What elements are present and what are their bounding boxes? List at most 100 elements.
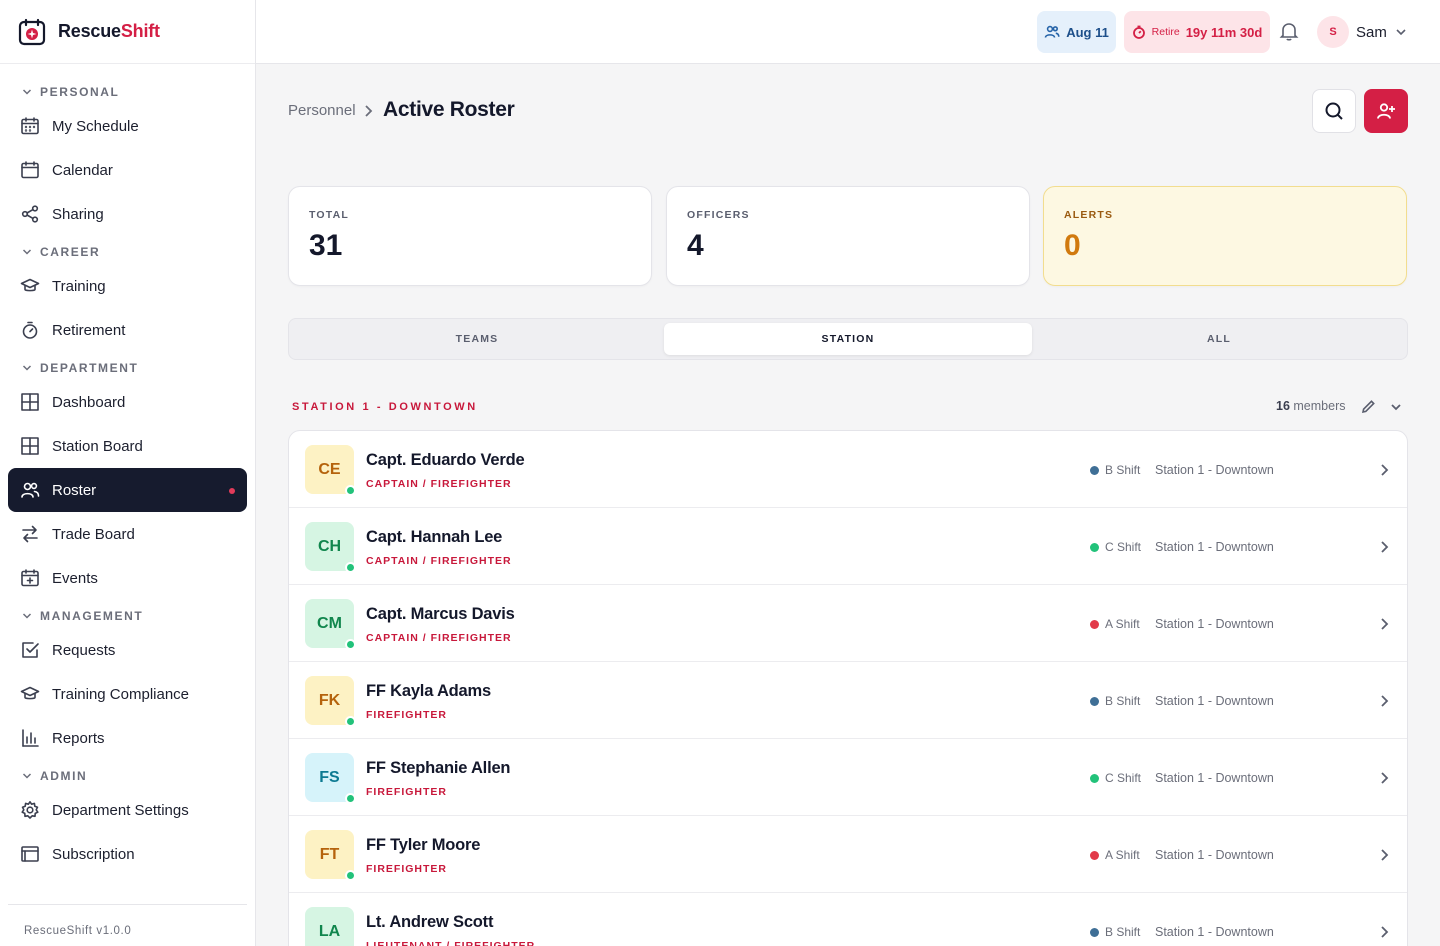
table-row[interactable]: FS FF Stephanie Allen FIREFIGHTER C Shif… — [289, 739, 1407, 816]
online-indicator — [345, 870, 356, 881]
chevron-right-icon[interactable] — [1379, 925, 1389, 939]
chevron-right-icon[interactable] — [1379, 540, 1389, 554]
sidebar-item-label: Events — [52, 569, 98, 587]
add-member-button[interactable] — [1364, 89, 1408, 133]
sidebar-item-roster[interactable]: Roster — [8, 468, 247, 512]
member-station: Station 1 - Downtown — [1155, 540, 1274, 554]
member-name: Lt. Andrew Scott — [366, 913, 494, 931]
section-career[interactable]: CAREER — [0, 240, 255, 264]
member-role: FIREFIGHTER — [366, 786, 447, 798]
online-indicator — [345, 562, 356, 573]
sidebar-item-calendar[interactable]: Calendar — [8, 148, 247, 192]
chevron-right-icon[interactable] — [1379, 463, 1389, 477]
swap-icon — [22, 525, 38, 543]
sidebar-item-requests[interactable]: Requests — [8, 628, 247, 672]
member-name: Capt. Marcus Davis — [366, 605, 515, 623]
sidebar-item-reports[interactable]: Reports — [8, 716, 247, 760]
sidebar-item-label: Training Compliance — [52, 685, 190, 703]
sidebar-item-station-board[interactable]: Station Board — [8, 424, 247, 468]
notification-dot — [229, 488, 235, 494]
brand-name: RescueShift — [58, 21, 160, 41]
sidebar-nav: PERSONAL My Schedule Calendar Sharing CA… — [0, 64, 255, 876]
sidebar-item-my-schedule[interactable]: My Schedule — [8, 104, 247, 148]
retire-countdown-pill[interactable]: Retire 19y 11m 30d — [1124, 11, 1270, 53]
table-row[interactable]: CM Capt. Marcus Davis CAPTAIN / FIREFIGH… — [289, 585, 1407, 662]
sidebar-item-training-compliance[interactable]: Training Compliance — [8, 672, 247, 716]
sidebar-item-training[interactable]: Training — [8, 264, 247, 308]
chevron-right-icon[interactable] — [1379, 771, 1389, 785]
calendar-plus-icon — [21, 569, 39, 587]
search-icon — [1325, 102, 1343, 120]
chevron-down-icon[interactable] — [1395, 27, 1407, 37]
tab-station[interactable]: STATION — [664, 323, 1032, 355]
stat-value: 4 — [687, 229, 704, 262]
section-management[interactable]: MANAGEMENT — [0, 604, 255, 628]
dashboard-icon — [21, 393, 39, 411]
section-admin[interactable]: ADMIN — [0, 764, 255, 788]
sidebar-item-trade-board[interactable]: Trade Board — [8, 512, 247, 556]
chevron-down-icon — [22, 613, 32, 619]
shift-dot — [1090, 542, 1099, 552]
table-row[interactable]: CE Capt. Eduardo Verde CAPTAIN / FIREFIG… — [289, 431, 1407, 508]
bell-icon[interactable] — [1278, 20, 1300, 42]
sidebar-item-label: Station Board — [52, 437, 143, 455]
member-role: FIREFIGHTER — [366, 863, 447, 875]
stat-card-total: TOTAL 31 — [288, 186, 652, 286]
member-name: Capt. Hannah Lee — [366, 528, 503, 546]
chevron-right-icon[interactable] — [1379, 617, 1389, 631]
brand[interactable]: RescueShift — [0, 0, 255, 64]
stat-card-alerts: ALERTS 0 — [1043, 186, 1407, 286]
member-shift: B Shift — [1090, 463, 1140, 477]
member-name: FF Kayla Adams — [366, 682, 491, 700]
stat-value: 0 — [1064, 229, 1081, 262]
member-station: Station 1 - Downtown — [1155, 694, 1274, 708]
user-name[interactable]: Sam — [1356, 24, 1387, 41]
section-department[interactable]: DEPARTMENT — [0, 356, 255, 380]
sidebar-item-dashboard[interactable]: Dashboard — [8, 380, 247, 424]
calendar-logo-icon — [18, 18, 46, 45]
stat-label: ALERTS — [1064, 209, 1114, 221]
table-row[interactable]: CH Capt. Hannah Lee CAPTAIN / FIREFIGHTE… — [289, 508, 1407, 585]
chevron-right-icon[interactable] — [1379, 848, 1389, 862]
tab-all[interactable]: ALL — [1035, 323, 1403, 355]
sidebar-item-label: Training — [52, 277, 106, 295]
member-station: Station 1 - Downtown — [1155, 848, 1274, 862]
chevron-down-icon[interactable] — [1390, 402, 1402, 412]
checkbox-icon — [22, 642, 39, 658]
share-icon — [21, 205, 39, 223]
user-plus-icon — [1377, 103, 1395, 119]
sidebar-item-label: Reports — [52, 729, 105, 747]
table-row[interactable]: LA Lt. Andrew Scott LIEUTENANT / FIREFIG… — [289, 893, 1407, 946]
sidebar-item-label: Subscription — [52, 845, 135, 863]
page-title: Active Roster — [383, 98, 515, 121]
sidebar-item-events[interactable]: Events — [8, 556, 247, 600]
online-indicator — [345, 639, 356, 650]
sidebar-item-retirement[interactable]: Retirement — [8, 308, 247, 352]
breadcrumb-parent[interactable]: Personnel — [288, 102, 356, 119]
calendar-grid-icon — [21, 117, 39, 135]
member-role: LIEUTENANT / FIREFIGHTER — [366, 940, 536, 946]
stat-label: OFFICERS — [687, 209, 750, 221]
sidebar-item-department-settings[interactable]: Department Settings — [8, 788, 247, 832]
tab-teams[interactable]: TEAMS — [293, 323, 661, 355]
member-shift: B Shift — [1090, 925, 1140, 939]
avatar[interactable]: S — [1317, 16, 1349, 48]
chevron-right-icon[interactable] — [1379, 694, 1389, 708]
sidebar-item-label: My Schedule — [52, 117, 139, 135]
pencil-icon[interactable] — [1361, 399, 1376, 414]
board-icon — [21, 437, 39, 455]
table-row[interactable]: FT FF Tyler Moore FIREFIGHTER A Shift St… — [289, 816, 1407, 893]
shift-dot — [1090, 465, 1099, 475]
search-button[interactable] — [1312, 89, 1356, 133]
chevron-down-icon — [22, 249, 32, 255]
sidebar-item-sharing[interactable]: Sharing — [8, 192, 247, 236]
table-row[interactable]: FK FF Kayla Adams FIREFIGHTER B Shift St… — [289, 662, 1407, 739]
shift-dot — [1090, 696, 1099, 706]
section-personal[interactable]: PERSONAL — [0, 80, 255, 104]
sidebar-item-subscription[interactable]: Subscription — [8, 832, 247, 876]
member-avatar: LA — [305, 907, 354, 946]
view-tabs: TEAMS STATION ALL — [288, 318, 1408, 360]
date-pill[interactable]: Aug 11 — [1037, 11, 1116, 53]
member-station: Station 1 - Downtown — [1155, 463, 1274, 477]
sidebar-item-label: Sharing — [52, 205, 104, 223]
